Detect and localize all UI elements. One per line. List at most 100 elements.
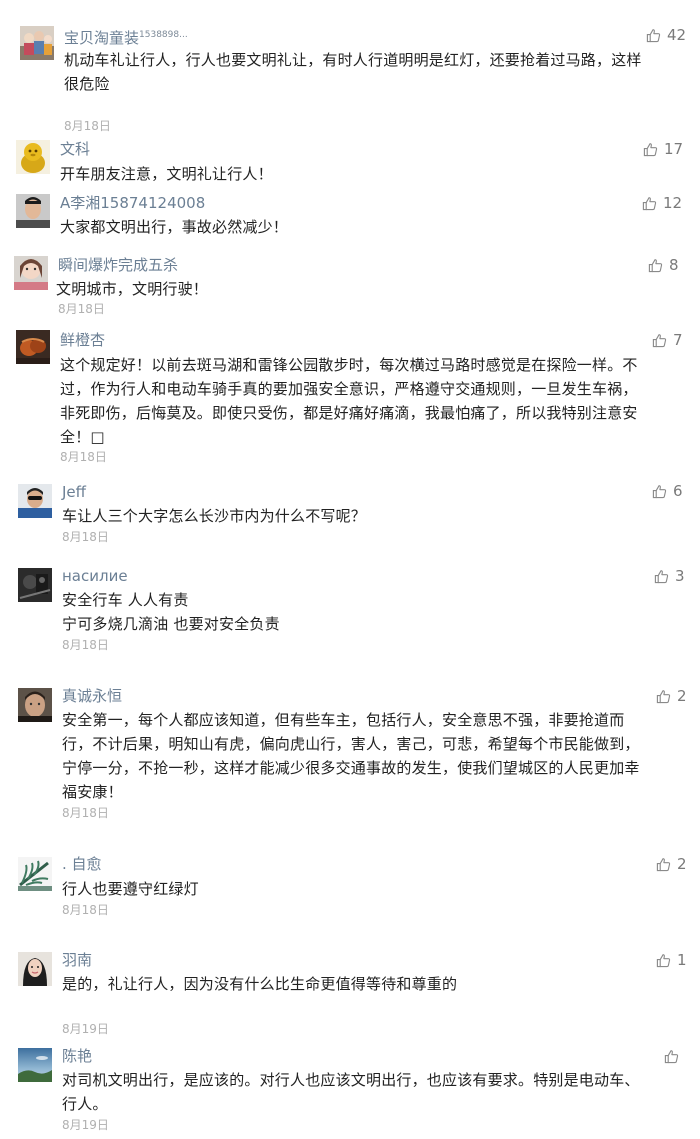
thumbs-up-icon [664, 1049, 679, 1064]
username-text: 真诚永恒 [62, 687, 123, 705]
comment-text: 这个规定好！以前去斑马湖和雷锋公园散步时，每次横过马路时感觉是在探险一样。不 过，… [60, 353, 638, 449]
username-text: . 自愈 [62, 855, 102, 873]
comment-list: 宝贝淘童装1538898... 机动车礼让行人，行人也要文明礼让，有时人行道明明是… [0, 0, 700, 1139]
avatar[interactable] [18, 568, 52, 602]
username-text: 瞬间爆炸完成五杀 [58, 256, 179, 274]
username[interactable]: 瞬间爆炸完成五杀 [58, 256, 178, 274]
comment-text-line: 很危险 [64, 75, 110, 93]
like-button[interactable]: 8 [648, 256, 679, 274]
username-text: Jeff [62, 483, 86, 501]
like-button[interactable] [664, 1047, 679, 1065]
like-button[interactable]: 2 [656, 687, 687, 705]
thumbs-up-icon [656, 689, 671, 704]
username[interactable]: Jeff [62, 483, 86, 501]
like-button[interactable]: 42 [646, 26, 686, 44]
like-button[interactable]: 3 [654, 567, 685, 585]
username[interactable]: насилие [62, 567, 128, 585]
like-button[interactable]: 2 [656, 855, 687, 873]
comment-text-line: 过，作为行人和电动车骑手真的要加强安全意识，严格遵守交通规则，一旦发生车祸， [60, 380, 638, 398]
comment-text: 机动车礼让行人，行人也要文明礼让，有时人行道明明是红灯，还要抢着过马路，这样 很危… [64, 48, 642, 96]
comment-text: 行人也要遵守红绿灯 [62, 877, 199, 901]
comment-text-line: 宁可多烧几滴油 也要对安全负责 [62, 615, 280, 633]
comment-date: 8月18日 [60, 450, 107, 464]
comment-text: 是的，礼让行人，因为没有什么比生命更值得等待和尊重的 [62, 972, 457, 996]
username-text: 陈艳 [62, 1047, 93, 1065]
comment-text-line: 福安康！ [62, 783, 123, 801]
comment-text-line: 行，不计后果，明知山有虎，偏向虎山行，害人，害己，可悲，希望每个市民能做到， [62, 735, 640, 753]
username[interactable]: 陈艳 [62, 1047, 92, 1065]
like-count: 2 [677, 855, 687, 873]
comment-text-line: 非死即伤，后悔莫及。即使只受伤，都是好痛好痛滴，我最怕痛了，所以我特别注意安 [60, 404, 638, 422]
comment-text-line: 这个规定好！以前去斑马湖和雷锋公园散步时，每次横过马路时感觉是在探险一样。不 [60, 356, 638, 374]
thumbs-up-icon [643, 142, 658, 157]
thumbs-up-icon [652, 333, 667, 348]
username-text: 文科 [60, 140, 91, 158]
like-button[interactable]: 12 [642, 194, 682, 212]
thumbs-up-icon [652, 484, 667, 499]
comment-text-line: 机动车礼让行人，行人也要文明礼让，有时人行道明明是红灯，还要抢着过马路，这样 [64, 51, 642, 69]
comment-date: 8月18日 [62, 903, 109, 917]
username[interactable]: 宝贝淘童装1538898... [64, 26, 188, 47]
like-count: 7 [673, 331, 683, 349]
avatar[interactable] [16, 140, 50, 174]
like-count: 3 [675, 567, 685, 585]
username[interactable]: . 自愈 [62, 855, 102, 873]
avatar[interactable] [20, 26, 54, 60]
comment-date: 8月18日 [58, 302, 105, 316]
comment-text-line: 行人也要遵守红绿灯 [62, 880, 199, 898]
comment-text: 开车朋友注意，文明礼让行人！ [60, 162, 273, 186]
comment-date: 8月18日 [62, 638, 109, 652]
username[interactable]: 羽南 [62, 951, 92, 969]
comment-date: 8月19日 [62, 1118, 109, 1132]
username[interactable]: 文科 [60, 140, 90, 158]
thumbs-up-icon [648, 258, 663, 273]
comment-text-line: 宁停一分，不抢一秒，这样才能减少很多交通事故的发生，使我们望城区的人民更加幸 [62, 759, 640, 777]
avatar[interactable] [18, 952, 52, 986]
avatar[interactable] [18, 688, 52, 722]
avatar[interactable] [18, 1048, 52, 1082]
like-button[interactable]: 1 [656, 951, 687, 969]
comment-text: 安全第一，每个人都应该知道，但有些车主，包括行人，安全意思不强，非要抢道而 行，不… [62, 708, 640, 804]
comment-text: 对司机文明出行，是应该的。对行人也应该文明出行，也应该有要求。特别是电动车、 行人… [62, 1068, 640, 1116]
like-count: 17 [664, 140, 684, 158]
comment-text-line: 对司机文明出行，是应该的。对行人也应该文明出行，也应该有要求。特别是电动车、 [62, 1071, 640, 1089]
avatar[interactable] [16, 330, 50, 364]
username-text: 羽南 [62, 951, 93, 969]
like-button[interactable]: 7 [652, 331, 683, 349]
like-count: 12 [663, 194, 683, 212]
thumbs-up-icon [646, 28, 661, 43]
comment-text-line: 安全第一，每个人都应该知道，但有些车主，包括行人，安全意思不强，非要抢道而 [62, 711, 625, 729]
comment-text-line: 文明城市，文明行驶！ [56, 280, 209, 298]
avatar[interactable] [14, 256, 48, 290]
avatar[interactable] [18, 484, 52, 518]
like-count: 42 [667, 26, 687, 44]
username-suffix: 1538898... [139, 30, 188, 40]
comment-text-line: 车让人三个大字怎么长沙市内为什么不写呢？ [62, 507, 367, 525]
thumbs-up-icon [656, 857, 671, 872]
comment-text-line: 开车朋友注意，文明礼让行人！ [60, 165, 273, 183]
thumbs-up-icon [656, 953, 671, 968]
comment-text: 文明城市，文明行驶！ [56, 277, 208, 301]
like-button[interactable]: 17 [643, 140, 683, 158]
comment-date: 8月18日 [64, 119, 111, 133]
like-count: 6 [673, 482, 683, 500]
like-count: 2 [677, 687, 687, 705]
avatar[interactable] [16, 194, 50, 228]
like-count: 8 [669, 256, 679, 274]
comment-text-line: 安全行车 人人有责 [62, 591, 189, 609]
comment-date: 8月19日 [62, 1022, 109, 1036]
username[interactable]: A李湘15874124008 [60, 194, 205, 212]
username[interactable]: 鲜橙杏 [60, 331, 105, 349]
comment-text: 安全行车 人人有责宁可多烧几滴油 也要对安全负责 [62, 588, 280, 636]
username[interactable]: 真诚永恒 [62, 687, 122, 705]
comment-text-line: 全！□ [60, 428, 105, 446]
comment-text-line: 是的，礼让行人，因为没有什么比生命更值得等待和尊重的 [62, 975, 458, 993]
comment-date: 8月18日 [62, 806, 109, 820]
comment-text-line: 行人。 [62, 1095, 108, 1113]
like-button[interactable]: 6 [652, 482, 683, 500]
comment-date: 8月18日 [62, 530, 109, 544]
avatar[interactable] [18, 857, 52, 891]
like-count: 1 [677, 951, 687, 969]
comment-text: 大家都文明出行，事故必然减少！ [60, 215, 288, 239]
thumbs-up-icon [654, 569, 669, 584]
